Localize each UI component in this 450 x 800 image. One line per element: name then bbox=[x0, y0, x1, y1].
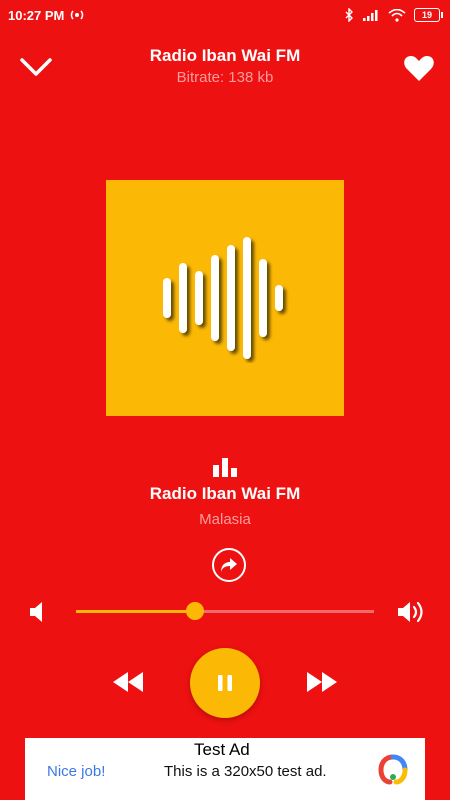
sound-wave-icon bbox=[163, 237, 283, 359]
share-button[interactable] bbox=[212, 548, 246, 582]
rewind-button[interactable] bbox=[110, 670, 146, 694]
volume-slider[interactable] bbox=[76, 602, 374, 620]
fast-forward-button[interactable] bbox=[304, 670, 340, 694]
ad-body-text: This is a 320x50 test ad. bbox=[164, 763, 327, 780]
volume-low-icon[interactable] bbox=[28, 600, 48, 624]
radio-signal-icon bbox=[71, 10, 84, 20]
station-artwork bbox=[106, 180, 344, 416]
fast-forward-icon bbox=[307, 672, 337, 692]
battery-icon: 19 bbox=[414, 8, 443, 22]
volume-slider-thumb[interactable] bbox=[186, 602, 205, 620]
volume-slider-fill bbox=[76, 610, 196, 613]
equalizer-icon bbox=[213, 458, 237, 477]
share-arrow-icon bbox=[221, 558, 237, 572]
heart-icon bbox=[404, 56, 434, 81]
station-name: Radio Iban Wai FM bbox=[149, 484, 301, 503]
pause-icon bbox=[218, 675, 232, 691]
rewind-icon bbox=[113, 672, 143, 692]
page-title: Radio Iban Wai FM bbox=[149, 46, 301, 65]
ad-nice-text: Nice job! bbox=[47, 763, 106, 780]
volume-high-icon[interactable] bbox=[396, 600, 426, 624]
favorite-button[interactable] bbox=[402, 52, 436, 84]
station-country: Malasia bbox=[199, 511, 251, 528]
wifi-icon bbox=[388, 8, 406, 22]
status-bar: 10:27 PM 19 bbox=[0, 0, 450, 30]
status-time: 10:27 PM bbox=[8, 7, 65, 23]
bitrate-label: Bitrate: 138 kb bbox=[176, 69, 274, 86]
test-ad-label: Test Ad bbox=[192, 739, 252, 761]
ad-logo-icon bbox=[378, 754, 408, 785]
pause-button[interactable] bbox=[190, 648, 260, 718]
bluetooth-icon bbox=[345, 8, 353, 22]
header: Radio Iban Wai FM Bitrate: 138 kb bbox=[0, 44, 450, 92]
battery-level: 19 bbox=[421, 10, 432, 20]
cell-signal-icon bbox=[363, 10, 378, 21]
